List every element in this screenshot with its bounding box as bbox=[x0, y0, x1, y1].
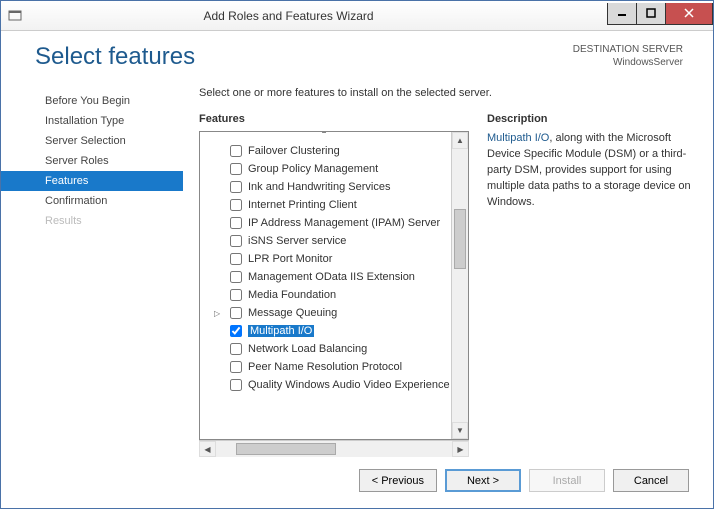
feature-item[interactable]: Multipath I/O bbox=[200, 322, 451, 340]
app-icon bbox=[1, 9, 29, 23]
step-server-selection[interactable]: Server Selection bbox=[1, 131, 183, 151]
wizard-window: Add Roles and Features Wizard Select fea… bbox=[0, 0, 714, 509]
main-panel: Select one or more features to install o… bbox=[183, 81, 691, 457]
scroll-up-button[interactable]: ▲ bbox=[452, 132, 468, 149]
hscroll-track[interactable] bbox=[216, 441, 452, 457]
feature-checkbox[interactable] bbox=[230, 343, 242, 355]
description-column: Description Multipath I/O, along with th… bbox=[487, 113, 691, 457]
feature-label: Multipath I/O bbox=[248, 325, 314, 337]
step-results: Results bbox=[1, 211, 183, 231]
description-label: Description bbox=[487, 113, 691, 125]
feature-label: Management OData IIS Extension bbox=[248, 271, 415, 283]
feature-item[interactable]: LPR Port Monitor bbox=[200, 250, 451, 268]
columns: Features ‾ Failover Clustering Group Poli… bbox=[199, 113, 691, 457]
feature-label: Peer Name Resolution Protocol bbox=[248, 361, 402, 373]
feature-item[interactable]: Message Queuing bbox=[200, 304, 451, 322]
feature-checkbox[interactable] bbox=[230, 217, 242, 229]
feature-item[interactable]: iSNS Server service bbox=[200, 232, 451, 250]
scroll-ellipsis: ‾ bbox=[200, 134, 451, 142]
step-installation-type[interactable]: Installation Type bbox=[1, 111, 183, 131]
page-header: Select features DESTINATION SERVER Windo… bbox=[1, 31, 713, 81]
scroll-down-button[interactable]: ▼ bbox=[452, 422, 468, 439]
feature-item[interactable]: Network Load Balancing bbox=[200, 340, 451, 358]
feature-label: Ink and Handwriting Services bbox=[248, 181, 390, 193]
feature-checkbox[interactable] bbox=[230, 271, 242, 283]
feature-label: Media Foundation bbox=[248, 289, 336, 301]
step-before-you-begin[interactable]: Before You Begin bbox=[1, 91, 183, 111]
feature-checkbox[interactable] bbox=[230, 379, 242, 391]
feature-checkbox[interactable] bbox=[230, 361, 242, 373]
maximize-button[interactable] bbox=[636, 3, 666, 25]
footer-buttons: < Previous Next > Install Cancel bbox=[1, 457, 713, 508]
feature-checkbox[interactable] bbox=[230, 289, 242, 301]
vertical-scrollbar[interactable]: ▲ ▼ bbox=[451, 132, 468, 439]
instruction-text: Select one or more features to install o… bbox=[199, 87, 691, 99]
feature-item[interactable]: Ink and Handwriting Services bbox=[200, 178, 451, 196]
feature-checkbox[interactable] bbox=[230, 199, 242, 211]
features-listbox[interactable]: ‾ Failover Clustering Group Policy Manage… bbox=[199, 131, 469, 440]
feature-item[interactable]: Quality Windows Audio Video Experience bbox=[200, 376, 451, 394]
feature-item[interactable]: Peer Name Resolution Protocol bbox=[200, 358, 451, 376]
step-server-roles[interactable]: Server Roles bbox=[1, 151, 183, 171]
cancel-button[interactable]: Cancel bbox=[613, 469, 689, 492]
step-confirmation[interactable]: Confirmation bbox=[1, 191, 183, 211]
feature-label: Failover Clustering bbox=[248, 145, 340, 157]
page-title: Select features bbox=[35, 43, 195, 71]
feature-label: Network Load Balancing bbox=[248, 343, 367, 355]
hscroll-thumb[interactable] bbox=[236, 443, 336, 455]
feature-item[interactable]: Management OData IIS Extension bbox=[200, 268, 451, 286]
feature-label: IP Address Management (IPAM) Server bbox=[248, 217, 440, 229]
window-title: Add Roles and Features Wizard bbox=[29, 9, 608, 23]
features-list: ‾ Failover Clustering Group Policy Manage… bbox=[200, 132, 451, 439]
minimize-button[interactable] bbox=[607, 3, 637, 25]
features-column: Features ‾ Failover Clustering Group Poli… bbox=[199, 113, 469, 457]
feature-checkbox[interactable] bbox=[230, 253, 242, 265]
feature-checkbox[interactable] bbox=[230, 181, 242, 193]
feature-label: iSNS Server service bbox=[248, 235, 346, 247]
close-button[interactable] bbox=[665, 3, 713, 25]
previous-button[interactable]: < Previous bbox=[359, 469, 437, 492]
window-controls bbox=[608, 3, 713, 25]
feature-checkbox[interactable] bbox=[230, 235, 242, 247]
feature-item[interactable]: IP Address Management (IPAM) Server bbox=[200, 214, 451, 232]
horizontal-scrollbar[interactable]: ◀ ▶ bbox=[199, 440, 469, 457]
body: Before You Begin Installation Type Serve… bbox=[1, 81, 713, 457]
description-feature-name: Multipath I/O bbox=[487, 132, 549, 144]
features-label: Features bbox=[199, 113, 469, 125]
feature-checkbox[interactable] bbox=[230, 163, 242, 175]
hscroll-left-button[interactable]: ◀ bbox=[199, 441, 216, 457]
destination-label: DESTINATION SERVER bbox=[573, 43, 683, 56]
hscroll-right-button[interactable]: ▶ bbox=[452, 441, 469, 457]
install-button: Install bbox=[529, 469, 605, 492]
features-tree-container: ‾ Failover Clustering Group Policy Manage… bbox=[199, 131, 469, 457]
feature-label: Internet Printing Client bbox=[248, 199, 357, 211]
scroll-thumb[interactable] bbox=[454, 209, 466, 269]
feature-checkbox[interactable] bbox=[230, 325, 242, 337]
wizard-steps-sidebar: Before You Begin Installation Type Serve… bbox=[1, 81, 183, 457]
feature-checkbox[interactable] bbox=[230, 145, 242, 157]
next-button[interactable]: Next > bbox=[445, 469, 521, 492]
feature-label: Group Policy Management bbox=[248, 163, 378, 175]
feature-checkbox[interactable] bbox=[230, 307, 242, 319]
destination-value: WindowsServer bbox=[573, 56, 683, 69]
scroll-track[interactable] bbox=[452, 149, 468, 422]
feature-label: Message Queuing bbox=[248, 307, 337, 319]
description-text: Multipath I/O, along with the Microsoft … bbox=[487, 131, 691, 211]
step-features[interactable]: Features bbox=[1, 171, 183, 191]
feature-item[interactable]: Media Foundation bbox=[200, 286, 451, 304]
feature-item[interactable]: Failover Clustering bbox=[200, 142, 451, 160]
title-bar: Add Roles and Features Wizard bbox=[1, 1, 713, 31]
feature-item[interactable]: Group Policy Management bbox=[200, 160, 451, 178]
feature-label: LPR Port Monitor bbox=[248, 253, 332, 265]
destination-info: DESTINATION SERVER WindowsServer bbox=[573, 43, 683, 69]
content-area: Select features DESTINATION SERVER Windo… bbox=[1, 31, 713, 508]
feature-label: Quality Windows Audio Video Experience bbox=[248, 379, 450, 391]
feature-item[interactable]: Internet Printing Client bbox=[200, 196, 451, 214]
